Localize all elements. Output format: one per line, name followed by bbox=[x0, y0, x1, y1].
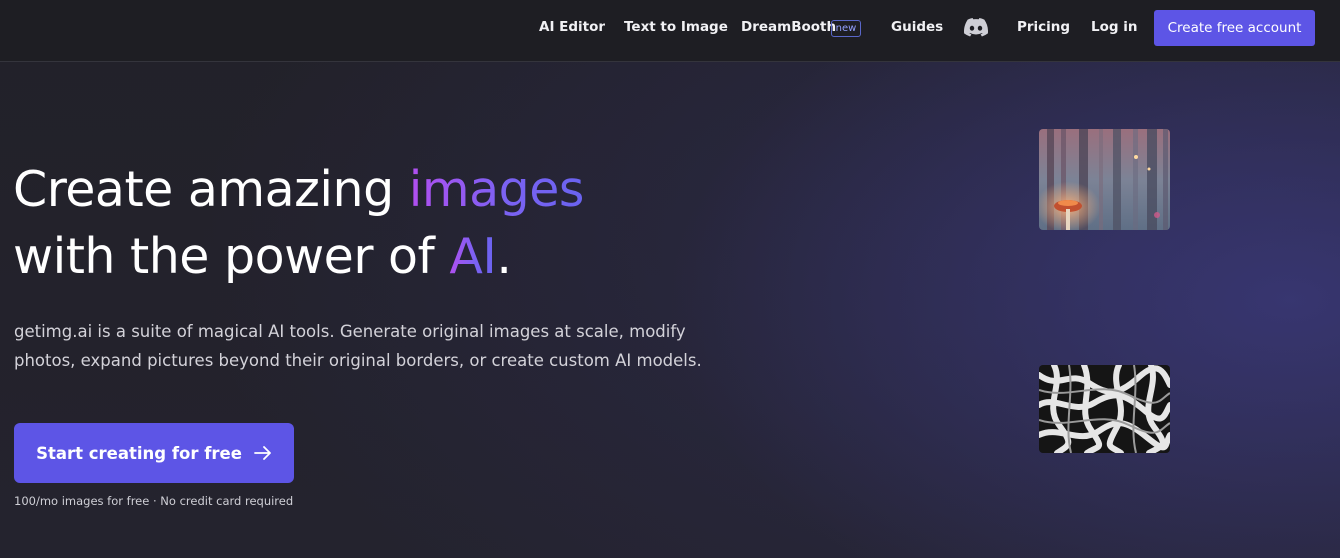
discord-icon[interactable] bbox=[964, 18, 989, 38]
landing-page: AI Editor Text to Image DreamBooth new G… bbox=[0, 0, 1340, 558]
headline-highlight-ai: AI bbox=[449, 228, 497, 285]
headline-line-2: with the power of AI. bbox=[13, 223, 584, 290]
nav-link-ai-editor[interactable]: AI Editor bbox=[539, 19, 605, 35]
sample-image-abstract-structure bbox=[1039, 365, 1170, 453]
headline-text: with the power of bbox=[13, 228, 450, 285]
new-badge: new bbox=[831, 20, 861, 37]
start-creating-button[interactable]: Start creating for free bbox=[14, 423, 294, 483]
headline-line-1: Create amazing images bbox=[13, 156, 584, 223]
discord-icon-graphic bbox=[964, 18, 989, 37]
free-tier-note: 100/mo images for free · No credit card … bbox=[14, 494, 294, 508]
nav-link-login[interactable]: Log in bbox=[1091, 19, 1137, 35]
nav-link-guides[interactable]: Guides bbox=[891, 19, 943, 35]
sample-image-forest-mushroom bbox=[1039, 129, 1170, 230]
headline-text: Create amazing bbox=[13, 161, 409, 218]
forest-image bbox=[1039, 129, 1170, 230]
abstract-image bbox=[1039, 365, 1170, 453]
arrow-right-icon bbox=[254, 446, 271, 460]
nav-link-pricing[interactable]: Pricing bbox=[1017, 19, 1070, 35]
hero-description: getimg.ai is a suite of magical AI tools… bbox=[14, 322, 702, 370]
hero-headline: Create amazing images with the power of … bbox=[13, 156, 584, 290]
top-navigation: AI Editor Text to Image DreamBooth new G… bbox=[0, 0, 1340, 62]
headline-period: . bbox=[496, 228, 512, 285]
start-creating-label: Start creating for free bbox=[36, 443, 242, 463]
nav-link-dreambooth[interactable]: DreamBooth bbox=[741, 19, 836, 35]
headline-highlight-images: images bbox=[408, 161, 585, 218]
create-account-button[interactable]: Create free account bbox=[1154, 10, 1315, 46]
nav-link-text-to-image[interactable]: Text to Image bbox=[624, 19, 728, 35]
